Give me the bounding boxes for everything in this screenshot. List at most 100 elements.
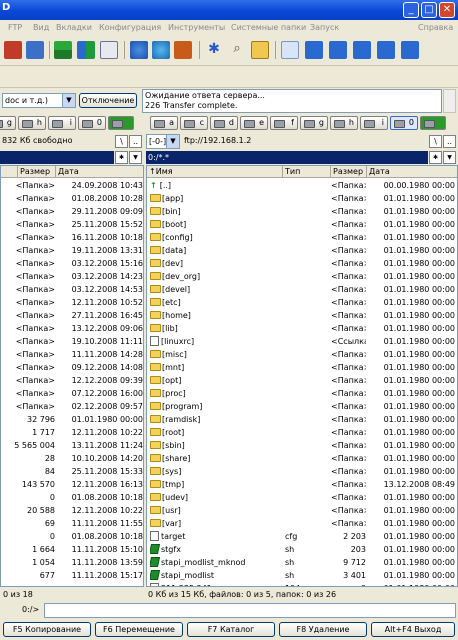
select-icon[interactable] (100, 41, 118, 59)
table-row[interactable]: [linuxrc] <Ссылка> 01.01.1980 00:00 (147, 335, 457, 348)
globe-icon[interactable] (152, 41, 170, 59)
table-row[interactable]: 0 01.08.2008 10:18 (1, 530, 143, 543)
table-row[interactable]: [root] <Папка> 01.01.1980 00:00 (147, 426, 457, 439)
move-button[interactable]: F6 Перемещение (95, 622, 183, 637)
table-row[interactable]: ↑[..] <Папка> 00.00.1980 00:00 (147, 179, 457, 192)
table-row[interactable]: [var] <Папка> 01.01.1980 00:00 (147, 517, 457, 530)
table-row[interactable]: <Папка> 09.12.2008 14:08 (1, 361, 143, 374)
table-row[interactable]: <Папка> 07.12.2008 16:00 (1, 387, 143, 400)
drive-button-g[interactable]: g (300, 116, 328, 130)
table-row[interactable]: 211.235.241 194001.01.1980 00:00 (147, 582, 457, 586)
drive-button-0[interactable]: 0 (78, 116, 106, 130)
table-row[interactable]: stapi_modlist_mknod sh 9 712 01.01.1980 00:… (147, 556, 457, 569)
table-row[interactable]: [boot] <Папка> 01.01.1980 00:00 (147, 218, 457, 231)
table-row[interactable]: 0 01.08.2008 10:18 (1, 491, 143, 504)
toolbox-icon[interactable] (174, 41, 192, 59)
table-row[interactable]: [sbin] <Папка> 01.01.1980 00:00 (147, 439, 457, 452)
table-row[interactable]: [dev_org] <Папка> 01.01.1980 00:00 (147, 270, 457, 283)
ftp-log[interactable]: Ожидание ответа сервера... 226 Transfer … (142, 89, 442, 113)
drive-button-0[interactable]: 0 (390, 116, 418, 130)
table-row[interactable]: [program] <Папка> 01.01.1980 00:00 (147, 400, 457, 413)
root-button[interactable]: \ (115, 135, 128, 148)
table-row[interactable]: <Папка> 02.12.2008 09:57 (1, 400, 143, 413)
sync-icon[interactable] (54, 41, 72, 59)
drive-button-c[interactable]: c (180, 116, 208, 130)
table-row[interactable]: stgfx sh 203 01.01.1980 00:00 (147, 543, 457, 556)
disconnect-button[interactable]: Отключение (79, 93, 137, 108)
table-row[interactable]: [sys] <Папка> 01.01.1980 00:00 (147, 465, 457, 478)
chevron-down-icon[interactable]: ▼ (166, 135, 179, 148)
connect-icon[interactable] (26, 41, 44, 59)
brief-view-icon[interactable] (281, 41, 299, 59)
table-row[interactable]: 84 25.11.2008 15:33 (1, 465, 143, 478)
drive-button-d[interactable]: d (210, 116, 238, 130)
table-row[interactable]: [usr] <Папка> 01.01.1980 00:00 (147, 504, 457, 517)
table-row[interactable]: <Папка> 29.11.2008 09:09 (1, 205, 143, 218)
minimize-button[interactable]: _ (403, 2, 419, 18)
table-row[interactable]: [tmp] <Папка> 13.12.2008 08:49 (147, 478, 457, 491)
image-icon[interactable] (251, 41, 269, 59)
table-row[interactable]: [opt] <Папка> 01.01.1980 00:00 (147, 374, 457, 387)
chevron-down-icon[interactable]: ▼ (62, 94, 75, 107)
table-row[interactable]: [dev] <Папка> 01.01.1980 00:00 (147, 257, 457, 270)
table-row[interactable]: <Папка> 16.11.2008 10:18 (1, 231, 143, 244)
table-row[interactable]: [config] <Папка> 01.01.1980 00:00 (147, 231, 457, 244)
root-button[interactable]: \ (429, 135, 442, 148)
folder-view-icon[interactable] (377, 41, 395, 59)
table-row[interactable]: 32 796 01.01.1980 00:00 (1, 413, 143, 426)
ie-icon[interactable] (130, 41, 148, 59)
menu-help[interactable]: Справка (418, 23, 453, 32)
file-filter-combo[interactable]: doc и т.д.) ▼ (2, 93, 76, 108)
table-row[interactable]: 1 054 11.11.2008 13:59 (1, 556, 143, 569)
network-drive-button[interactable] (108, 116, 134, 130)
drive-button-a[interactable]: a (150, 116, 178, 130)
copy-button[interactable]: F5 Копирование (3, 622, 91, 637)
table-row[interactable]: [devel] <Папка> 01.01.1980 00:00 (147, 283, 457, 296)
drive-button-h[interactable]: h (330, 116, 358, 130)
table-row[interactable]: <Папка> 27.11.2008 16:45 (1, 309, 143, 322)
menu-view[interactable]: Вид (33, 23, 49, 32)
up-button[interactable]: .. (443, 135, 456, 148)
hidden-view-icon[interactable] (401, 41, 419, 59)
exit-button[interactable]: Alt+F4 Выход (371, 622, 455, 637)
table-row[interactable]: <Папка> 24.09.2008 10:43 (1, 179, 143, 192)
star-icon[interactable]: ✱ (429, 151, 442, 164)
menu-tabs[interactable]: Вкладки (56, 23, 92, 32)
delete-button[interactable]: F8 Удаление (279, 622, 367, 637)
table-row[interactable]: [data] <Папка> 01.01.1980 00:00 (147, 244, 457, 257)
mkdir-button[interactable]: F7 Каталог (187, 622, 275, 637)
right-file-panel[interactable]: ↑Имя Тип Размер Дата ↑[..] <Папка> 00.00.1… (146, 165, 458, 587)
menu-config[interactable]: Конфигурация (99, 23, 161, 32)
table-row[interactable]: <Папка> 25.11.2008 15:52 (1, 218, 143, 231)
table-row[interactable]: [mnt] <Папка> 01.01.1980 00:00 (147, 361, 457, 374)
disconnect-icon[interactable] (4, 41, 22, 59)
sort-icon[interactable] (77, 41, 95, 59)
column-header-size[interactable]: Размер (331, 166, 367, 178)
table-row[interactable]: 1 717 12.11.2008 10:22 (1, 426, 143, 439)
command-line-input[interactable] (44, 603, 456, 618)
up-button[interactable]: .. (129, 135, 142, 148)
drive-button-e[interactable]: e (240, 116, 268, 130)
column-header-type[interactable]: Тип (283, 166, 331, 178)
table-row[interactable]: <Папка> 12.11.2008 10:52 (1, 296, 143, 309)
drive-button-i[interactable]: i (48, 116, 76, 130)
column-header-size[interactable]: Размер (18, 166, 56, 178)
table-row[interactable]: 5 565 004 13.11.2008 11:24 (1, 439, 143, 452)
full-view-icon[interactable] (305, 41, 323, 59)
column-header-date[interactable]: Дата (367, 166, 457, 178)
menu-tools[interactable]: Инструменты (168, 23, 225, 32)
table-row[interactable]: [app] <Папка> 01.01.1980 00:00 (147, 192, 457, 205)
column-header-date[interactable]: Дата (56, 166, 143, 178)
network-drive-button[interactable] (420, 116, 446, 130)
table-row[interactable]: target cfg 2 203 01.01.1980 00:00 (147, 530, 457, 543)
tree-view-icon[interactable] (353, 41, 371, 59)
menu-system-folders[interactable]: Системные папки (231, 23, 306, 32)
find-icon[interactable]: ⌕ (228, 41, 246, 59)
table-row[interactable]: <Папка> 11.11.2008 14:28 (1, 348, 143, 361)
drive-combo[interactable]: [-0-] ▼ (146, 134, 180, 149)
table-row[interactable]: <Папка> 03.12.2008 14:23 (1, 270, 143, 283)
table-row[interactable]: [misc] <Папка> 01.01.1980 00:00 (147, 348, 457, 361)
table-row[interactable]: stapi_modlist sh 3 401 01.01.1980 00:00 (147, 569, 457, 582)
menu-ftp[interactable]: FTP (8, 23, 22, 32)
chevron-down-icon[interactable]: ▼ (129, 151, 142, 164)
